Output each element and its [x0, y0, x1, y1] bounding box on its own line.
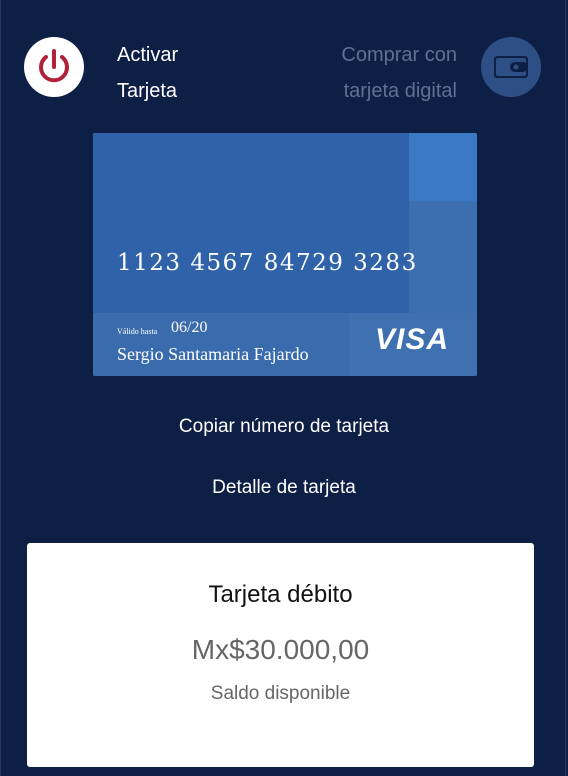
- debit-card[interactable]: 1123 4567 84729 3283 Válido hasta 06/20 …: [93, 133, 477, 376]
- card-holder-name: Sergio Santamaria Fajardo: [117, 344, 309, 364]
- power-icon-circle[interactable]: [24, 37, 84, 97]
- buy-digital-card-label-line2: tarjeta digital: [343, 80, 457, 102]
- copy-card-number-link[interactable]: Copiar número de tarjeta: [1, 416, 567, 438]
- activate-card-label[interactable]: Activar Tarjeta: [117, 37, 237, 109]
- activate-card-label-line1: Activar: [117, 44, 179, 66]
- visa-logo: VISA: [375, 323, 450, 356]
- balance-panel: Tarjeta débito Mx$30.000,00 Saldo dispon…: [27, 543, 534, 767]
- activate-card-button[interactable]: Activar Tarjeta: [24, 37, 178, 102]
- wallet-icon-circle[interactable]: [481, 37, 541, 97]
- wallet-icon: [494, 56, 528, 78]
- card-panel-accent-mid: [409, 201, 477, 313]
- balance-caption: Saldo disponible: [210, 683, 351, 704]
- card-panel-accent-top: [409, 133, 477, 201]
- card-panel-main: [93, 133, 409, 313]
- card-detail-link[interactable]: Detalle de tarjeta: [1, 477, 567, 499]
- power-icon: [39, 49, 69, 83]
- card-valid-label: Válido hasta: [117, 327, 158, 336]
- buy-digital-card-label-line1: Comprar con: [341, 44, 457, 66]
- buy-digital-card-button[interactable]: Comprar con tarjeta digital: [341, 37, 541, 102]
- card-number: 1123 4567 84729 3283: [117, 250, 418, 276]
- activate-card-label-line2: Tarjeta: [117, 80, 178, 102]
- buy-digital-card-label[interactable]: Comprar con tarjeta digital: [297, 37, 457, 109]
- card-expiry: 06/20: [171, 319, 208, 336]
- app-screen: Activar Tarjeta Comprar con tarjeta digi…: [0, 0, 566, 776]
- balance-card-type: Tarjeta débito: [208, 581, 353, 608]
- balance-amount: Mx$30.000,00: [191, 634, 370, 665]
